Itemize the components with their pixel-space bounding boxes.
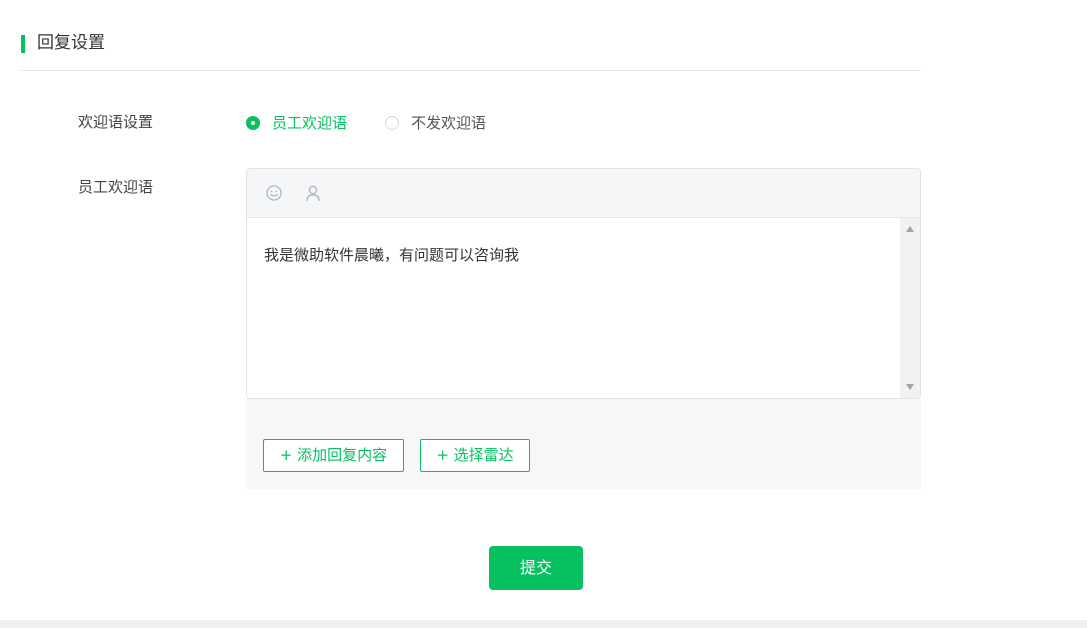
select-radar-button[interactable]: + 选择雷达 bbox=[420, 439, 530, 472]
welcome-setting-label: 欢迎语设置 bbox=[78, 113, 154, 131]
editor-toolbar bbox=[247, 169, 920, 218]
staff-welcome-label: 员工欢迎语 bbox=[78, 178, 154, 196]
radio-label-no-welcome[interactable]: 不发欢迎语 bbox=[411, 112, 486, 134]
reply-settings-page: 回复设置 欢迎语设置 员工欢迎语 不发欢迎语 员工欢迎语 我是微助软件晨曦，有问… bbox=[0, 0, 1087, 628]
welcome-message-text[interactable]: 我是微助软件晨曦，有问题可以咨询我 bbox=[264, 244, 519, 266]
section-accent-bar bbox=[21, 35, 25, 53]
user-icon[interactable] bbox=[304, 184, 322, 202]
submit-button[interactable]: 提交 bbox=[489, 546, 583, 590]
editor-scrollbar[interactable] bbox=[900, 218, 920, 398]
scroll-up-arrow-icon[interactable] bbox=[906, 226, 914, 232]
radio-label-staff-welcome[interactable]: 员工欢迎语 bbox=[272, 112, 347, 134]
welcome-message-editor: 我是微助软件晨曦，有问题可以咨询我 bbox=[246, 168, 921, 399]
scroll-down-arrow-icon[interactable] bbox=[906, 384, 914, 390]
section-header: 回复设置 bbox=[21, 28, 921, 71]
emoji-icon[interactable] bbox=[265, 184, 283, 202]
reply-content-panel: + 添加回复内容 + 选择雷达 bbox=[246, 399, 921, 489]
radio-unchecked-icon[interactable] bbox=[385, 116, 400, 130]
radio-option-staff-welcome[interactable]: 员工欢迎语 bbox=[246, 112, 347, 134]
radio-checked-icon[interactable] bbox=[246, 116, 260, 130]
section-title: 回复设置 bbox=[37, 33, 105, 53]
welcome-setting-radio-group: 员工欢迎语 不发欢迎语 bbox=[246, 111, 524, 135]
radio-option-no-welcome[interactable]: 不发欢迎语 bbox=[385, 112, 486, 134]
editor-text-area[interactable]: 我是微助软件晨曦，有问题可以咨询我 bbox=[247, 218, 899, 398]
add-reply-content-button[interactable]: + 添加回复内容 bbox=[263, 439, 404, 472]
bottom-divider bbox=[0, 620, 1087, 628]
